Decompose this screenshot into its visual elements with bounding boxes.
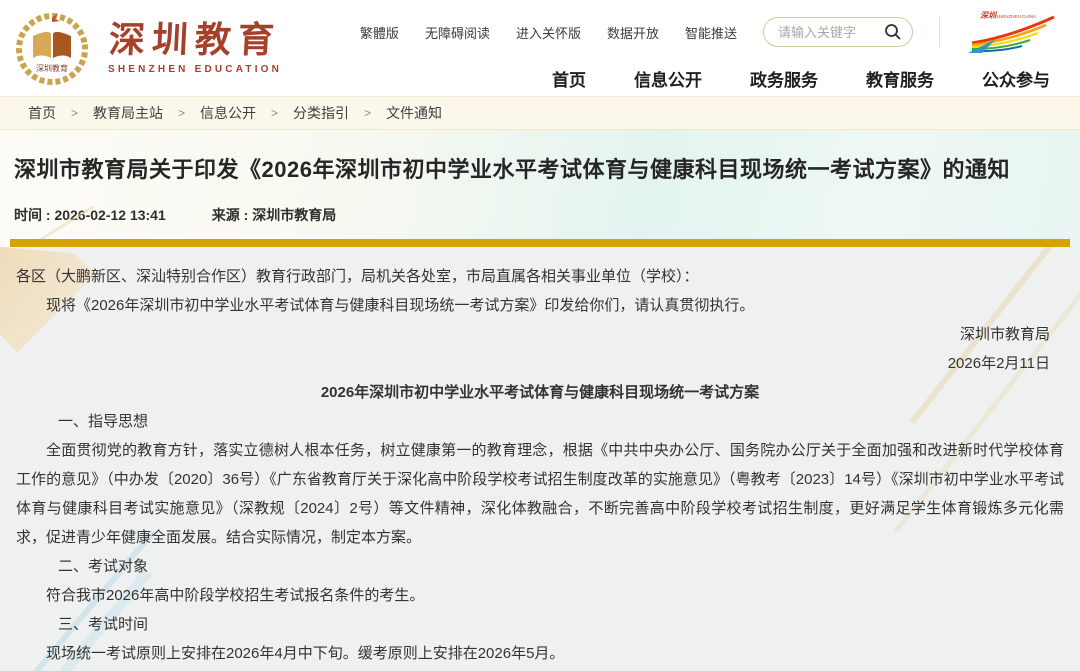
page-title: 深圳市教育局关于印发《2026年深圳市初中学业水平考试体育与健康科目现场统一考试…	[14, 130, 1066, 184]
breadcrumb-home[interactable]: 首页	[28, 103, 56, 123]
svg-text:深圳教育: 深圳教育	[36, 63, 68, 73]
svg-text:SHENZHEN CHINA: SHENZHEN CHINA	[996, 14, 1036, 19]
site-header: 深圳教育 深圳教育 SHENZHEN EDUCATION 繁體版 无障碍阅读 进…	[0, 0, 1080, 96]
intro-paragraph: 现将《2026年深圳市初中学业水平考试体育与健康科目现场统一考试方案》印发给你们…	[16, 291, 1064, 320]
nav-item-edu-services[interactable]: 教育服务	[866, 66, 934, 91]
breadcrumb: 首页 > 教育局主站 > 信息公开 > 分类指引 > 文件通知	[0, 96, 1080, 130]
gold-divider-bar	[10, 239, 1070, 247]
utility-bar: 繁體版 无障碍阅读 进入关怀版 数据开放 智能推送 深圳 SHENZHEN CH…	[360, 9, 1056, 55]
utility-link-care-mode[interactable]: 进入关怀版	[516, 23, 581, 42]
breadcrumb-category-guide[interactable]: 分类指引	[293, 103, 349, 123]
search-input[interactable]	[776, 24, 876, 41]
salutation: 各区（大鹏新区、深汕特别合作区）教育行政部门，局机关各处室，市局直属各相关事业单…	[16, 262, 1064, 291]
section-heading-3: 三、考试时间	[16, 610, 1064, 639]
breadcrumb-info-disclosure[interactable]: 信息公开	[200, 103, 256, 123]
shenzhen-china-logo: 深圳 SHENZHEN CHINA	[966, 9, 1056, 55]
utility-link-traditional[interactable]: 繁體版	[360, 23, 399, 42]
main-nav: 首页 信息公开 政务服务 教育服务 公众参与	[552, 66, 1056, 91]
nav-item-info-disclosure[interactable]: 信息公开	[634, 66, 702, 91]
section-body-3: 现场统一考试原则上安排在2026年4月中下旬。缓考原则上安排在2026年5月。	[16, 639, 1064, 668]
article-header: 深圳市教育局关于印发《2026年深圳市初中学业水平考试体育与健康科目现场统一考试…	[0, 130, 1080, 247]
breadcrumb-separator: >	[178, 106, 185, 120]
section-heading-1: 一、指导思想	[16, 407, 1064, 436]
document-title: 2026年深圳市初中学业水平考试体育与健康科目现场统一考试方案	[16, 378, 1064, 407]
document-body: 各区（大鹏新区、深汕特别合作区）教育行政部门，局机关各处室，市局直属各相关事业单…	[0, 247, 1080, 671]
site-logo[interactable]: 深圳教育 深圳教育 SHENZHEN EDUCATION	[12, 8, 282, 88]
breadcrumb-separator: >	[271, 106, 278, 120]
search-box[interactable]	[763, 17, 913, 47]
utility-link-open-data[interactable]: 数据开放	[607, 23, 659, 42]
section-body-2: 符合我市2026年高中阶段学校招生考试报名条件的考生。	[16, 581, 1064, 610]
nav-item-home[interactable]: 首页	[552, 66, 586, 91]
nav-item-public-participation[interactable]: 公众参与	[982, 66, 1050, 91]
breadcrumb-separator: >	[364, 106, 371, 120]
site-subtitle: SHENZHEN EDUCATION	[108, 64, 282, 75]
site-title: 深圳教育	[108, 21, 282, 61]
utility-link-smart-push[interactable]: 智能推送	[685, 23, 737, 42]
search-icon[interactable]	[884, 23, 902, 41]
sign-date: 2026年2月11日	[16, 349, 1064, 378]
education-emblem-icon: 深圳教育	[12, 8, 92, 88]
breadcrumb-separator: >	[71, 106, 78, 120]
article-meta: 时间 : 2026-02-12 13:41 来源 : 深圳市教育局	[14, 205, 1066, 225]
signer: 深圳市教育局	[16, 320, 1064, 349]
header-divider	[939, 17, 940, 47]
section-heading-2: 二、考试对象	[16, 552, 1064, 581]
breadcrumb-bureau-main[interactable]: 教育局主站	[93, 103, 163, 123]
section-body-1: 全面贯彻党的教育方针，落实立德树人根本任务，树立健康第一的教育理念，根据《中共中…	[16, 436, 1064, 552]
nav-item-gov-services[interactable]: 政务服务	[750, 66, 818, 91]
utility-link-accessible-reading[interactable]: 无障碍阅读	[425, 23, 490, 42]
breadcrumb-file-notice[interactable]: 文件通知	[386, 103, 442, 123]
header-right: 繁體版 无障碍阅读 进入关怀版 数据开放 智能推送 深圳 SHENZHEN CH…	[360, 5, 1056, 91]
publish-source: 来源 : 深圳市教育局	[212, 205, 336, 225]
